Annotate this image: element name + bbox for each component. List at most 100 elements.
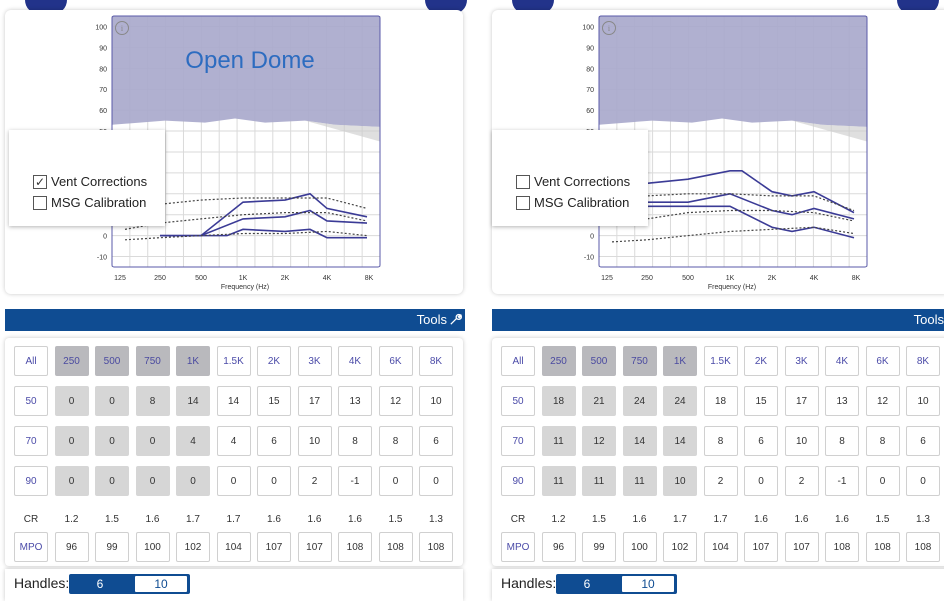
gain-cell[interactable]: 11: [582, 466, 616, 496]
band-button[interactable]: 500: [95, 346, 129, 376]
band-button[interactable]: 1K: [663, 346, 697, 376]
gain-cell[interactable]: 24: [663, 386, 697, 416]
gain-cell[interactable]: 0: [54, 426, 89, 456]
gain-cell[interactable]: 0: [378, 466, 413, 496]
vent-corrections-option[interactable]: ✓ Vent Corrections: [33, 174, 147, 189]
gain-cell[interactable]: 11: [541, 466, 576, 496]
gain-cell[interactable]: 2: [784, 466, 819, 496]
gain-cell[interactable]: -1: [825, 466, 859, 496]
input-level-button[interactable]: 90: [501, 466, 535, 496]
handles-option-10[interactable]: 10: [135, 576, 187, 592]
handles-toggle[interactable]: 6 10: [556, 574, 677, 594]
mpo-cell[interactable]: 108: [906, 532, 940, 562]
band-button[interactable]: 500: [582, 346, 616, 376]
gain-cell[interactable]: 11: [622, 466, 657, 496]
mpo-cell[interactable]: 108: [378, 532, 413, 562]
gain-cell[interactable]: 8: [135, 386, 170, 416]
msg-calibration-checkbox[interactable]: [33, 195, 47, 210]
gain-cell[interactable]: 14: [622, 426, 657, 456]
gain-cell[interactable]: 0: [176, 466, 210, 496]
gain-cell[interactable]: 0: [54, 466, 89, 496]
gain-cell[interactable]: 8: [825, 426, 859, 456]
handles-option-6[interactable]: 6: [560, 576, 614, 592]
mpo-cell[interactable]: 108: [338, 532, 372, 562]
gain-cell[interactable]: 18: [703, 386, 738, 416]
mpo-cell[interactable]: 99: [95, 532, 129, 562]
mpo-cell[interactable]: 100: [135, 532, 170, 562]
gain-cell[interactable]: 6: [906, 426, 940, 456]
mpo-cell[interactable]: 107: [784, 532, 819, 562]
handles-toggle[interactable]: 6 10: [69, 574, 190, 594]
band-button[interactable]: 6K: [378, 346, 413, 376]
msg-calibration-checkbox[interactable]: [516, 195, 530, 210]
gain-cell[interactable]: 12: [865, 386, 900, 416]
gain-cell[interactable]: 0: [95, 426, 129, 456]
gain-cell[interactable]: 6: [419, 426, 453, 456]
mpo-cell[interactable]: 107: [297, 532, 332, 562]
gain-cell[interactable]: 0: [95, 466, 129, 496]
input-level-button[interactable]: 70: [501, 426, 535, 456]
gain-cell[interactable]: 8: [865, 426, 900, 456]
gain-cell[interactable]: 10: [906, 386, 940, 416]
gain-cell[interactable]: 11: [541, 426, 576, 456]
gain-cell[interactable]: 10: [663, 466, 697, 496]
gain-cell[interactable]: 0: [419, 466, 453, 496]
gain-cell[interactable]: 12: [378, 386, 413, 416]
mpo-button[interactable]: MPO: [501, 532, 535, 562]
band-button[interactable]: 2K: [744, 346, 778, 376]
mpo-cell[interactable]: 104: [216, 532, 251, 562]
mpo-cell[interactable]: 108: [825, 532, 859, 562]
gain-cell[interactable]: 13: [338, 386, 372, 416]
gain-cell[interactable]: 14: [663, 426, 697, 456]
band-button[interactable]: 250: [54, 346, 89, 376]
tools-label[interactable]: Tools: [417, 312, 447, 327]
gain-cell[interactable]: 14: [216, 386, 251, 416]
band-button[interactable]: 2K: [257, 346, 291, 376]
band-button[interactable]: 750: [622, 346, 657, 376]
msg-calibration-option[interactable]: MSG Calibration: [33, 195, 146, 210]
band-button[interactable]: 8K: [419, 346, 453, 376]
gain-cell[interactable]: 0: [906, 466, 940, 496]
handles-option-10[interactable]: 10: [622, 576, 674, 592]
gain-cell[interactable]: 0: [135, 466, 170, 496]
gain-cell[interactable]: 15: [744, 386, 778, 416]
gain-cell[interactable]: 6: [257, 426, 291, 456]
gain-cell[interactable]: 2: [703, 466, 738, 496]
vent-corrections-checkbox[interactable]: ✓: [33, 174, 47, 189]
gain-cell[interactable]: 0: [257, 466, 291, 496]
gain-cell[interactable]: 4: [216, 426, 251, 456]
wrench-icon[interactable]: [448, 312, 463, 327]
handles-option-6[interactable]: 6: [73, 576, 127, 592]
band-button[interactable]: 4K: [338, 346, 372, 376]
msg-calibration-option[interactable]: MSG Calibration: [516, 195, 629, 210]
input-level-button[interactable]: 90: [14, 466, 48, 496]
gain-cell[interactable]: 4: [176, 426, 210, 456]
mpo-cell[interactable]: 104: [703, 532, 738, 562]
mpo-cell[interactable]: 107: [257, 532, 291, 562]
input-level-button[interactable]: 50: [14, 386, 48, 416]
gain-cell[interactable]: 21: [582, 386, 616, 416]
band-button[interactable]: 3K: [784, 346, 819, 376]
gain-cell[interactable]: 13: [825, 386, 859, 416]
gain-cell[interactable]: 0: [95, 386, 129, 416]
mpo-cell[interactable]: 108: [865, 532, 900, 562]
gain-cell[interactable]: 10: [297, 426, 332, 456]
gain-cell[interactable]: 2: [297, 466, 332, 496]
gain-cell[interactable]: 0: [135, 426, 170, 456]
gain-cell[interactable]: 8: [703, 426, 738, 456]
mpo-cell[interactable]: 99: [582, 532, 616, 562]
input-level-button[interactable]: 70: [14, 426, 48, 456]
band-button[interactable]: 250: [541, 346, 576, 376]
gain-cell[interactable]: 0: [744, 466, 778, 496]
gain-cell[interactable]: 8: [378, 426, 413, 456]
gain-cell[interactable]: 18: [541, 386, 576, 416]
band-button[interactable]: 4K: [825, 346, 859, 376]
mpo-cell[interactable]: 96: [541, 532, 576, 562]
band-button[interactable]: 3K: [297, 346, 332, 376]
gain-cell[interactable]: 0: [216, 466, 251, 496]
vent-corrections-checkbox[interactable]: [516, 174, 530, 189]
input-level-button[interactable]: 50: [501, 386, 535, 416]
select-all-button[interactable]: All: [14, 346, 48, 376]
gain-cell[interactable]: 14: [176, 386, 210, 416]
band-button[interactable]: 6K: [865, 346, 900, 376]
